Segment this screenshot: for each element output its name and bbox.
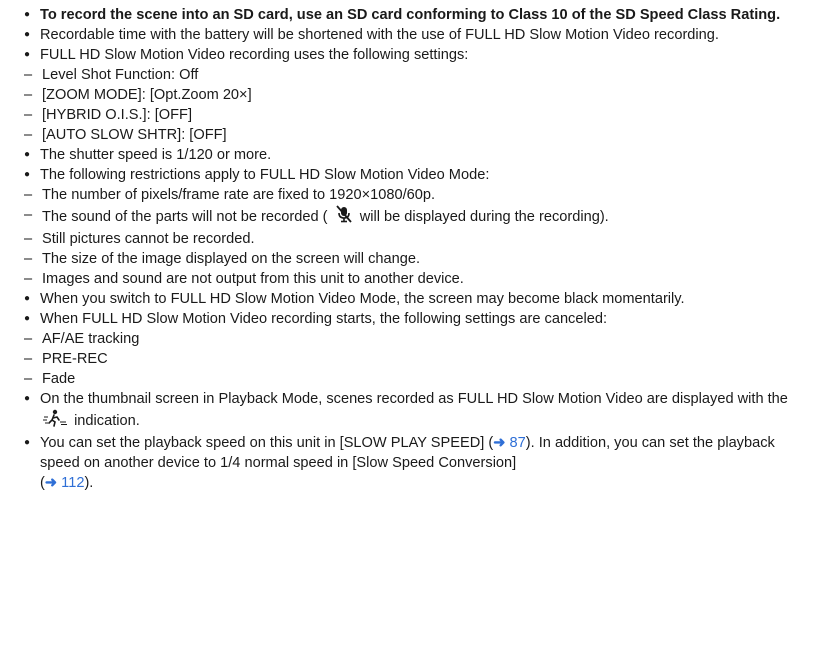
mic-off-icon xyxy=(334,205,354,229)
bullet: ● xyxy=(24,313,31,324)
arrow-right-icon: ➜ xyxy=(493,435,506,451)
dash: – xyxy=(24,231,33,247)
note-text: ). xyxy=(84,475,94,491)
bullet: ● xyxy=(24,393,31,404)
dash: – xyxy=(24,371,33,387)
restriction-item: – The sound of the parts will not be reco… xyxy=(24,205,791,229)
dash: – xyxy=(24,251,33,267)
sub-text: Still pictures cannot be recorded. xyxy=(42,231,255,247)
note-settings: ● FULL HD Slow Motion Video recording us… xyxy=(24,45,791,65)
bullet: ● xyxy=(24,169,31,180)
note-text: When FULL HD Slow Motion Video recording… xyxy=(40,311,608,327)
canceled-item: – AF/AE tracking xyxy=(24,329,791,349)
settings-list-item: – Level Shot Function: Off xyxy=(24,65,791,85)
restriction-item: – Images and sound are not output from th… xyxy=(24,269,791,289)
note-text: indication. xyxy=(74,412,140,429)
dash: – xyxy=(24,331,33,347)
settings-list-item: – [HYBRID O.I.S.]: [OFF] xyxy=(24,105,791,125)
sub-text: [AUTO SLOW SHTR]: [OFF] xyxy=(42,127,227,143)
sub-text: Images and sound are not output from thi… xyxy=(42,271,464,287)
note-text: On the thumbnail screen in Playback Mode… xyxy=(40,391,788,407)
page-ref-link[interactable]: 87 xyxy=(510,435,526,451)
page-ref-link[interactable]: 112 xyxy=(61,475,84,491)
bullet: ● xyxy=(24,437,31,448)
note-switch-mode: ● When you switch to FULL HD Slow Motion… xyxy=(24,289,791,309)
bullet: ● xyxy=(24,29,31,40)
note-text: When you switch to FULL HD Slow Motion V… xyxy=(40,291,685,307)
dash: – xyxy=(24,207,33,223)
dash: – xyxy=(24,271,33,287)
manual-page: ● To record the scene into an SD card, u… xyxy=(0,0,821,493)
note-battery: ● Recordable time with the battery will … xyxy=(24,25,791,45)
sub-text: The sound of the parts will not be recor… xyxy=(42,208,328,225)
note-text: Recordable time with the battery will be… xyxy=(40,27,719,43)
bullet: ● xyxy=(24,9,31,20)
dash: – xyxy=(24,127,33,143)
sub-text: The number of pixels/frame rate are fixe… xyxy=(42,187,436,203)
sub-text: [HYBRID O.I.S.]: [OFF] xyxy=(42,107,193,123)
sub-text: The size of the image displayed on the s… xyxy=(42,251,421,267)
arrow-right-icon: ➜ xyxy=(44,475,58,491)
note-playback-speed: ● You can set the playback speed on this… xyxy=(24,433,791,493)
settings-list-item: – [AUTO SLOW SHTR]: [OFF] xyxy=(24,125,791,145)
sub-text: Fade xyxy=(42,371,76,387)
note-restrictions: ● The following restrictions apply to FU… xyxy=(24,165,791,185)
restriction-item: – Still pictures cannot be recorded. xyxy=(24,229,791,249)
dash: – xyxy=(24,351,33,367)
dash: – xyxy=(24,107,33,123)
canceled-item: – PRE-REC xyxy=(24,349,791,369)
bullet: ● xyxy=(24,149,31,160)
slow-motion-icon xyxy=(42,409,68,433)
note-sd-card: ● To record the scene into an SD card, u… xyxy=(24,5,791,25)
restriction-item: – The size of the image displayed on the … xyxy=(24,249,791,269)
note-text: You can set the playback speed on this u… xyxy=(40,435,494,451)
sub-text: AF/AE tracking xyxy=(42,331,140,347)
restriction-item: – The number of pixels/frame rate are fix… xyxy=(24,185,791,205)
settings-list-item: – [ZOOM MODE]: [Opt.Zoom 20×] xyxy=(24,85,791,105)
sub-text: PRE-REC xyxy=(42,351,108,367)
note-text: The following restrictions apply to FULL… xyxy=(40,167,490,183)
sub-text: Level Shot Function: Off xyxy=(42,67,199,83)
dash: – xyxy=(24,87,33,103)
note-shutter: ● The shutter speed is 1/120 or more. xyxy=(24,145,791,165)
dash: – xyxy=(24,67,33,83)
dash: – xyxy=(24,187,33,203)
sub-text: [ZOOM MODE]: [Opt.Zoom 20×] xyxy=(42,87,252,103)
note-text: To record the scene into an SD card, use… xyxy=(40,7,781,23)
note-text: The shutter speed is 1/120 or more. xyxy=(40,147,272,163)
note-text: FULL HD Slow Motion Video recording uses… xyxy=(40,47,469,63)
sub-text: will be displayed during the recording). xyxy=(359,208,609,225)
bullet: ● xyxy=(24,293,31,304)
canceled-item: – Fade xyxy=(24,369,791,389)
note-canceled: ● When FULL HD Slow Motion Video recordi… xyxy=(24,309,791,329)
note-thumbnail: ● On the thumbnail screen in Playback Mo… xyxy=(24,389,791,433)
bullet: ● xyxy=(24,49,31,60)
